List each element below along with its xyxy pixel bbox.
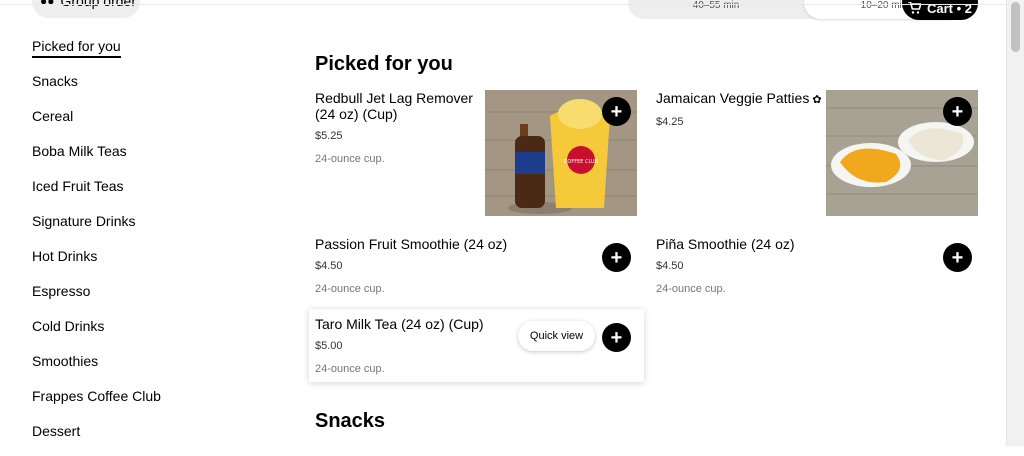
item-description: 24-ounce cup.	[656, 283, 726, 295]
plus-icon: +	[610, 100, 623, 123]
sidebar-item-smoothies[interactable]: Smoothies	[32, 351, 232, 386]
sidebar-item-hot-drinks[interactable]: Hot Drinks	[32, 246, 232, 281]
sidebar-item-label: Espresso	[32, 283, 91, 299]
sidebar-item-label: Smoothies	[32, 353, 99, 369]
plus-icon: +	[951, 100, 964, 123]
sidebar-item-label: Snacks	[32, 73, 78, 89]
scrollbar-thumb[interactable]	[1011, 2, 1020, 52]
section-title-picked-for-you: Picked for you	[315, 53, 453, 75]
sidebar-item-label: Picked for you	[32, 38, 121, 58]
add-to-cart-button[interactable]: +	[602, 243, 631, 272]
item-price: $4.50	[656, 260, 684, 272]
sidebar-item-dessert[interactable]: Dessert	[32, 421, 232, 456]
quick-view-button[interactable]: Quick view	[518, 321, 595, 351]
item-description: 24-ounce cup.	[315, 283, 385, 295]
leaf-icon: ✿	[812, 94, 822, 106]
plus-icon: +	[610, 246, 623, 269]
delivery-time: 40–55 min	[692, 0, 740, 11]
category-sidebar: Picked for you Snacks Cereal Boba Milk T…	[32, 36, 232, 456]
sidebar-item-cereal[interactable]: Cereal	[32, 106, 232, 141]
menu-item-card[interactable]: Passion Fruit Smoothie (24 oz) $4.50 24-…	[315, 236, 637, 296]
item-description: 24-ounce cup.	[315, 363, 385, 375]
menu-item-card[interactable]: Piña Smoothie (24 oz) $4.50 24-ounce cup…	[656, 236, 978, 296]
menu-item-card[interactable]: Jamaican Veggie Patties ✿ $4.25	[656, 90, 978, 216]
sidebar-item-label: Iced Fruit Teas	[32, 178, 124, 194]
add-to-cart-button[interactable]: +	[943, 97, 972, 126]
plus-icon: +	[951, 246, 964, 269]
item-name: Taro Milk Tea (24 oz) (Cup)	[315, 316, 484, 332]
item-name: Passion Fruit Smoothie (24 oz)	[315, 236, 508, 252]
sidebar-item-label: Hot Drinks	[32, 248, 98, 264]
add-to-cart-button[interactable]: +	[943, 243, 972, 272]
delivery-option[interactable]: 40–55 min	[628, 0, 804, 19]
item-name: Redbull Jet Lag Remover (24 oz) (Cup)	[315, 90, 473, 122]
sidebar-item-cold-drinks[interactable]: Cold Drinks	[32, 316, 232, 351]
plus-icon: +	[610, 326, 623, 349]
sidebar-item-label: Boba Milk Teas	[32, 143, 127, 159]
item-name-text: Jamaican Veggie Patties	[656, 90, 810, 106]
sidebar-item-picked-for-you[interactable]: Picked for you	[32, 36, 232, 71]
cart-label: Cart • 2	[926, 0, 972, 16]
sidebar-item-label: Cereal	[32, 108, 74, 124]
page-scrollbar[interactable]	[1006, 0, 1024, 446]
sidebar-item-frappes-coffee-club[interactable]: Frappes Coffee Club	[32, 386, 232, 421]
group-order-button[interactable]: ●● Group order	[32, 0, 140, 18]
sidebar-item-label: Cold Drinks	[32, 318, 105, 334]
menu-item-card[interactable]: Redbull Jet Lag Remover (24 oz) (Cup) $5…	[315, 90, 637, 216]
sidebar-item-snacks[interactable]: Snacks	[32, 71, 232, 106]
item-name: Piña Smoothie (24 oz)	[656, 236, 795, 252]
sidebar-item-signature-drinks[interactable]: Signature Drinks	[32, 211, 232, 246]
add-to-cart-button[interactable]: +	[602, 323, 631, 352]
add-to-cart-button[interactable]: +	[602, 97, 631, 126]
sidebar-item-label: Frappes Coffee Club	[32, 388, 161, 404]
section-title-snacks: Snacks	[315, 410, 386, 432]
cart-button[interactable]: Cart • 2	[902, 0, 978, 20]
sidebar-item-label: Signature Drinks	[32, 213, 136, 229]
pickup-time: 10–20 min	[860, 0, 908, 11]
sidebar-item-espresso[interactable]: Espresso	[32, 281, 232, 316]
cup-logo-text: COFFEE CLUB	[564, 159, 599, 165]
sidebar-item-boba-milk-teas[interactable]: Boba Milk Teas	[32, 141, 232, 176]
sidebar-item-iced-fruit-teas[interactable]: Iced Fruit Teas	[32, 176, 232, 211]
sidebar-item-label: Dessert	[32, 423, 81, 439]
header-divider	[0, 4, 1007, 5]
item-price: $4.50	[315, 260, 343, 272]
